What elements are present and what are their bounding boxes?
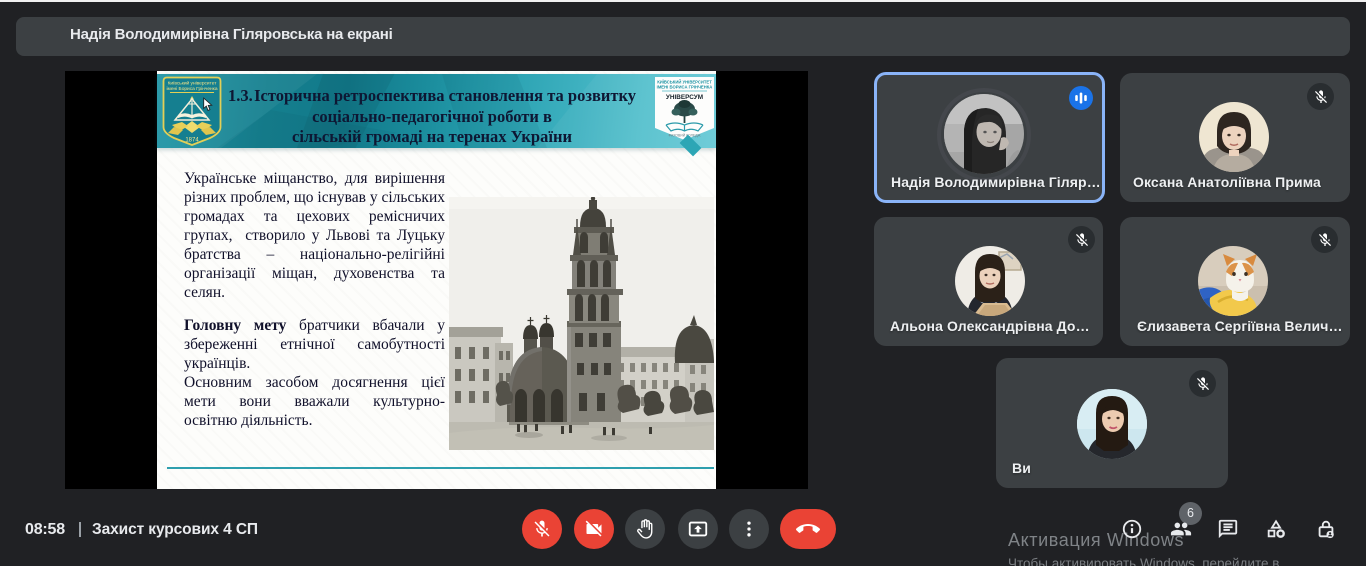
svg-text:УНІВЕРСУМ: УНІВЕРСУМ: [666, 94, 703, 101]
svg-text:ІМЕНІ БОРИСА ГРІНЧЕНКА: ІМЕНІ БОРИСА ГРІНЧЕНКА: [657, 85, 713, 90]
svg-text:імені Бориса Грінченка: імені Бориса Грінченка: [166, 86, 217, 92]
svg-text:Київський університет: Київський університет: [168, 80, 218, 87]
svg-text:1874: 1874: [185, 138, 199, 144]
